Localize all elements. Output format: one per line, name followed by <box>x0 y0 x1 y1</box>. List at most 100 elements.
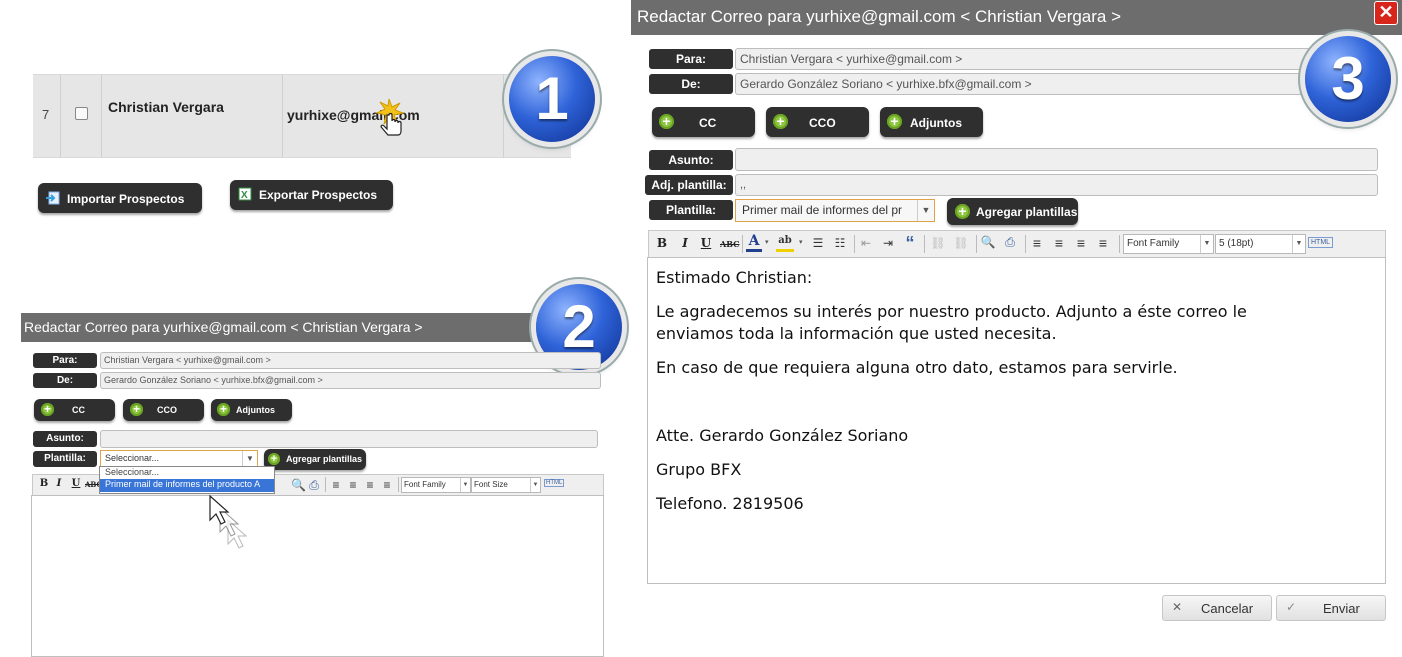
de-field[interactable]: Gerardo González Soriano < yurhixe.bfx@g… <box>100 372 601 389</box>
dropdown-option-selected[interactable]: Primer mail de informes del producto A <box>100 479 274 492</box>
plantilla-label-large: Plantilla: <box>649 200 733 220</box>
plantilla-label: Plantilla: <box>33 451 97 467</box>
add-icon: + <box>887 114 902 129</box>
adj-plantilla-field[interactable]: ,, <box>735 174 1378 196</box>
row-checkbox[interactable] <box>75 107 88 120</box>
chevron-down-icon: ▼ <box>917 200 934 221</box>
asunto-field-large[interactable] <box>735 148 1378 171</box>
strikethrough-icon[interactable]: ABC <box>85 480 102 489</box>
plantilla-select-large[interactable]: Primer mail de informes del pr ▼ <box>735 199 935 222</box>
find-icon[interactable]: 🔍 <box>291 478 306 492</box>
agregar-plantillas-label: Agregar plantillas <box>286 454 363 464</box>
cc-button[interactable]: + CC <box>34 399 115 421</box>
body-company: Grupo BFX <box>656 460 742 479</box>
editor-area-small[interactable] <box>31 495 604 657</box>
link-icon[interactable]: ⛓ <box>929 236 947 250</box>
dropdown-option[interactable]: Seleccionar... <box>100 467 274 479</box>
agregar-plantillas-button-large[interactable]: + Agregar plantillas <box>947 198 1078 225</box>
chevron-down-icon[interactable]: ▾ <box>799 238 803 246</box>
close-icon[interactable]: ✕ <box>1374 1 1398 25</box>
para-label: Para: <box>33 353 97 368</box>
find-icon[interactable]: 🔍 <box>980 235 996 249</box>
strikethrough-icon[interactable]: ABC <box>720 239 739 249</box>
import-prospects-button[interactable]: Importar Prospectos <box>38 183 202 213</box>
cancel-x-icon: ✕ <box>1172 600 1183 614</box>
numbered-list-icon[interactable]: ☷ <box>832 236 848 250</box>
bold-icon[interactable]: B <box>37 478 51 489</box>
print-icon[interactable]: ⎙ <box>307 478 321 493</box>
align-justify-icon[interactable]: ≡ <box>380 478 394 492</box>
cc-button-large[interactable]: + CC <box>652 107 755 137</box>
cco-label-large: CCO <box>809 116 836 130</box>
underline-icon[interactable]: U <box>69 478 83 489</box>
add-icon: + <box>130 403 143 416</box>
font-family-select[interactable]: Font Family ▼ <box>401 477 471 493</box>
print-icon[interactable]: ⎙ <box>1002 235 1018 250</box>
align-right-icon[interactable]: ≡ <box>363 478 377 492</box>
body-paragraph-2: En caso de que requiera alguna otro dato… <box>656 358 1178 377</box>
send-button[interactable]: ✓ Enviar <box>1276 595 1386 621</box>
font-family-value: Font Family <box>404 480 446 489</box>
body-greeting: Estimado Christian: <box>656 268 813 287</box>
font-family-select-large[interactable]: Font Family ▼ <box>1123 234 1214 254</box>
agregar-plantillas-button[interactable]: + Agregar plantillas <box>264 449 366 470</box>
align-left-icon[interactable]: ≡ <box>329 478 343 492</box>
font-size-select[interactable]: Font Size ▼ <box>471 477 541 493</box>
row-email-cell: yurhixe@gmail.com <box>283 75 504 157</box>
asunto-field[interactable] <box>100 430 598 448</box>
step-3-badge: 3 <box>1305 36 1391 122</box>
chevron-down-icon: ▼ <box>1292 235 1305 253</box>
italic-icon[interactable]: I <box>678 236 692 250</box>
chevron-down-icon: ▼ <box>242 451 257 466</box>
unlink-icon[interactable]: ⛓ <box>952 236 970 250</box>
body-paragraph-1a: Le agradecemos su interés por nuestro pr… <box>656 302 1247 321</box>
html-source-icon[interactable]: HTML <box>544 479 565 487</box>
row-checkbox-cell <box>61 75 102 157</box>
font-size-value-large: 5 (18pt) <box>1219 238 1254 249</box>
svg-text:X: X <box>241 190 248 201</box>
indent-icon[interactable]: ⇥ <box>880 236 896 250</box>
bullet-list-icon[interactable]: ☰ <box>810 236 826 250</box>
adjuntos-button-large[interactable]: + Adjuntos <box>880 107 983 137</box>
plantilla-select-value-large: Primer mail de informes del pr <box>742 203 903 217</box>
outdent-icon[interactable]: ⇤ <box>858 236 874 250</box>
de-field-large[interactable]: Gerardo González Soriano < yurhixe.bfx@g… <box>735 73 1381 95</box>
prospect-row[interactable]: 7 Christian Vergara yurhixe@gmail.com <box>33 74 571 158</box>
highlight-color-icon[interactable]: ab <box>776 235 794 252</box>
cc-label-large: CC <box>699 116 717 130</box>
plantilla-select[interactable]: Seleccionar... ▼ <box>100 450 258 467</box>
cc-label: CC <box>72 405 85 415</box>
align-justify-icon[interactable]: ≡ <box>1095 235 1111 251</box>
underline-icon[interactable]: U <box>699 236 713 250</box>
cco-button-large[interactable]: + CCO <box>766 107 869 137</box>
align-center-icon[interactable]: ≡ <box>346 478 360 492</box>
html-source-icon[interactable]: HTML <box>1308 237 1334 248</box>
cancel-button[interactable]: ✕ Cancelar <box>1162 595 1272 621</box>
compose-title: Redactar Correo para yurhixe@gmail.com <… <box>24 319 423 335</box>
text-color-icon[interactable]: A <box>746 234 762 252</box>
adjuntos-button[interactable]: + Adjuntos <box>211 399 292 421</box>
font-family-value-large: Font Family <box>1127 238 1180 249</box>
adjuntos-label-large: Adjuntos <box>910 116 962 130</box>
email-body-editor[interactable]: Estimado Christian: Le agradecemos su in… <box>647 257 1386 584</box>
para-field[interactable]: Christian Vergara < yurhixe@gmail.com > <box>100 352 601 369</box>
asunto-label-large: Asunto: <box>649 150 733 170</box>
chevron-down-icon[interactable]: ▾ <box>765 238 769 246</box>
align-right-icon[interactable]: ≡ <box>1073 235 1089 251</box>
add-icon: + <box>268 453 280 465</box>
cancel-label: Cancelar <box>1201 601 1254 616</box>
italic-icon[interactable]: I <box>52 478 66 489</box>
export-prospects-button[interactable]: X Exportar Prospectos <box>230 180 393 210</box>
body-signature: Atte. Gerardo González Soriano <box>656 426 909 445</box>
plantilla-dropdown: Seleccionar... Primer mail de informes d… <box>99 466 275 494</box>
align-left-icon[interactable]: ≡ <box>1029 235 1045 251</box>
para-field-large[interactable]: Christian Vergara < yurhixe@gmail.com > <box>735 48 1381 70</box>
blockquote-icon[interactable]: “ <box>902 233 918 254</box>
align-center-icon[interactable]: ≡ <box>1051 235 1067 251</box>
cco-button[interactable]: + CCO <box>123 399 204 421</box>
font-size-select-large[interactable]: 5 (18pt) ▼ <box>1215 234 1306 254</box>
click-hand-cursor-icon <box>375 98 405 136</box>
bold-icon[interactable]: B <box>655 236 669 250</box>
send-label: Enviar <box>1323 601 1360 616</box>
step-1-badge: 1 <box>509 56 595 142</box>
